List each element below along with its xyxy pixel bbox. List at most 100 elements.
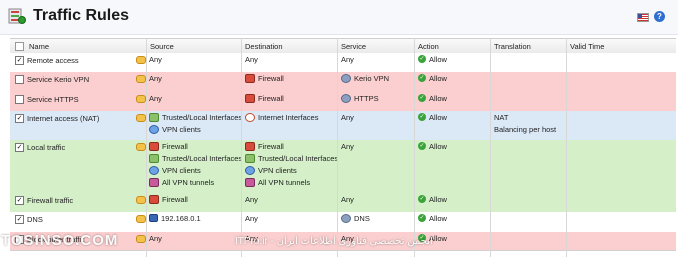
service-cell-item: Any: [341, 193, 354, 205]
column-header-source[interactable]: Source: [150, 42, 174, 51]
source-cell-item: VPN clients: [149, 123, 242, 135]
rule-enabled-checkbox[interactable]: ✓: [15, 215, 24, 224]
allow-check-icon: ✓: [418, 195, 426, 203]
firewall-icon: [149, 141, 159, 151]
service-cell: Any: [341, 193, 354, 205]
service-icon: [341, 73, 351, 83]
watermark-left-text: TOSINSO.COM: [1, 232, 119, 249]
service-cell-item: Any: [341, 111, 354, 123]
action-text: Allow: [429, 73, 447, 83]
source-cell-item: Firewall: [149, 193, 188, 205]
column-header-valid-time[interactable]: Valid Time: [570, 42, 604, 51]
service-cell-text: Kerio VPN: [354, 73, 390, 83]
allow-check-icon: ✓: [418, 55, 426, 63]
destination-cell-item: Firewall: [245, 140, 338, 152]
allow-check-icon: ✓: [418, 113, 426, 121]
source-cell-item: All VPN tunnels: [149, 176, 242, 188]
source-cell-text: VPN clients: [162, 124, 201, 134]
destination-cell-text: Any: [245, 213, 258, 223]
comment-icon[interactable]: [136, 143, 146, 151]
table-row[interactable]: ✓ Firewall traffic Firewall Any Any ✓ Allow: [10, 193, 676, 213]
source-cell-item: VPN clients: [149, 164, 242, 176]
page-title: Traffic Rules: [33, 7, 130, 24]
destination-cell-item: All VPN tunnels: [245, 176, 338, 188]
comment-icon[interactable]: [136, 56, 146, 64]
column-header-service[interactable]: Service: [341, 42, 366, 51]
source-cell-item: Trusted/Local Interfaces: [149, 152, 242, 164]
source-cell-text: Any: [149, 54, 162, 64]
comment-icon[interactable]: [136, 196, 146, 204]
column-header-action[interactable]: Action: [418, 42, 439, 51]
column-header-destination[interactable]: Destination: [245, 42, 283, 51]
rule-enabled-checkbox[interactable]: ✓: [15, 196, 24, 205]
destination-cell-text: Firewall: [258, 73, 284, 83]
help-icon[interactable]: ?: [654, 11, 665, 22]
comment-icon[interactable]: [136, 114, 146, 122]
source-cell-text: Trusted/Local Interfaces: [162, 153, 243, 163]
source-cell-item: 192.168.0.1: [149, 212, 201, 224]
vpn-tunnels-icon: [149, 177, 159, 187]
service-icon: [341, 93, 351, 103]
destination-cell: Any: [245, 53, 258, 65]
source-cell-text: Any: [149, 93, 162, 103]
allow-check-icon: ✓: [418, 214, 426, 222]
destination-cell-item: Any: [245, 53, 258, 65]
service-cell-text: DNS: [354, 213, 370, 223]
vpn-clients-icon: [149, 124, 159, 134]
service-cell: Any: [341, 53, 354, 65]
action-cell: ✓ Allow: [418, 92, 447, 104]
service-cell-item: Any: [341, 140, 354, 152]
firewall-icon: [149, 194, 159, 204]
action-cell: ✓ Allow: [418, 53, 447, 65]
watermark-right-text: ITPro.ir - انجمن تخصصی فناوری اطلاعات ای…: [235, 236, 433, 247]
rule-enabled-checkbox[interactable]: [15, 75, 24, 84]
table-row[interactable]: ✓ Remote access Any Any Any ✓ Allow: [10, 53, 676, 73]
action-text: Allow: [429, 54, 447, 64]
action-text: Allow: [429, 141, 447, 151]
column-header-name[interactable]: Name: [29, 42, 49, 51]
comment-icon[interactable]: [136, 95, 146, 103]
rule-enabled-checkbox[interactable]: ✓: [15, 143, 24, 152]
destination-cell-text: Firewall: [258, 93, 284, 103]
interfaces-icon: [149, 153, 159, 163]
source-cell: Any: [149, 72, 162, 84]
destination-cell-item: VPN clients: [245, 164, 338, 176]
source-cell-text: All VPN tunnels: [162, 177, 215, 187]
action-cell: ✓ Allow: [418, 111, 447, 123]
destination-cell-text: Any: [245, 194, 258, 204]
firewall-icon: [245, 93, 255, 103]
rule-name: Internet access (NAT): [27, 114, 100, 123]
destination-cell-item: Internet Interfaces: [245, 111, 318, 123]
destination-cell: Internet Interfaces: [245, 111, 318, 123]
rule-name: DNS: [27, 215, 43, 224]
service-cell-text: Any: [341, 54, 354, 64]
traffic-rules-table: Name Source Destination Service Action T…: [10, 38, 676, 257]
allow-check-icon: ✓: [418, 94, 426, 102]
source-cell-item: Any: [149, 72, 162, 84]
table-row[interactable]: Service Kerio VPN Any Firewall Kerio VPN ✓ Al…: [10, 72, 676, 93]
firewall-icon: [245, 73, 255, 83]
service-cell-item: Kerio VPN: [341, 72, 389, 84]
rule-enabled-checkbox[interactable]: [15, 95, 24, 104]
table-row[interactable]: ✓ Local traffic Firewall Trusted/Local Inte…: [10, 140, 676, 194]
rule-name: Service HTTPS: [27, 95, 79, 104]
table-row[interactable]: ✓ DNS 192.168.0.1 Any DNS ✓ Allow: [10, 212, 676, 233]
header-select-icon[interactable]: [15, 42, 24, 51]
destination-cell-text: Firewall: [258, 141, 284, 151]
rule-enabled-checkbox[interactable]: ✓: [15, 56, 24, 65]
host-icon: [149, 214, 158, 222]
source-cell-item: Any: [149, 92, 162, 104]
vpn-tunnels-icon: [245, 177, 255, 187]
rule-name: Service Kerio VPN: [27, 75, 90, 84]
destination-cell-text: Trusted/Local Interfaces: [258, 153, 339, 163]
watermark: TOSINSO.COM ITPro.ir - انجمن تخصصی فناور…: [0, 232, 678, 250]
table-row[interactable]: Service HTTPS Any Firewall HTTPS ✓ Allow: [10, 92, 676, 112]
comment-icon[interactable]: [136, 215, 146, 223]
column-header-translation[interactable]: Translation: [494, 42, 531, 51]
table-row[interactable]: ✓ Internet access (NAT) Trusted/Local Inte…: [10, 111, 676, 141]
rule-name: Firewall traffic: [27, 196, 74, 205]
comment-icon[interactable]: [136, 75, 146, 83]
rule-enabled-checkbox[interactable]: ✓: [15, 114, 24, 123]
language-flag-icon[interactable]: [637, 13, 649, 22]
service-cell-text: HTTPS: [354, 93, 379, 103]
